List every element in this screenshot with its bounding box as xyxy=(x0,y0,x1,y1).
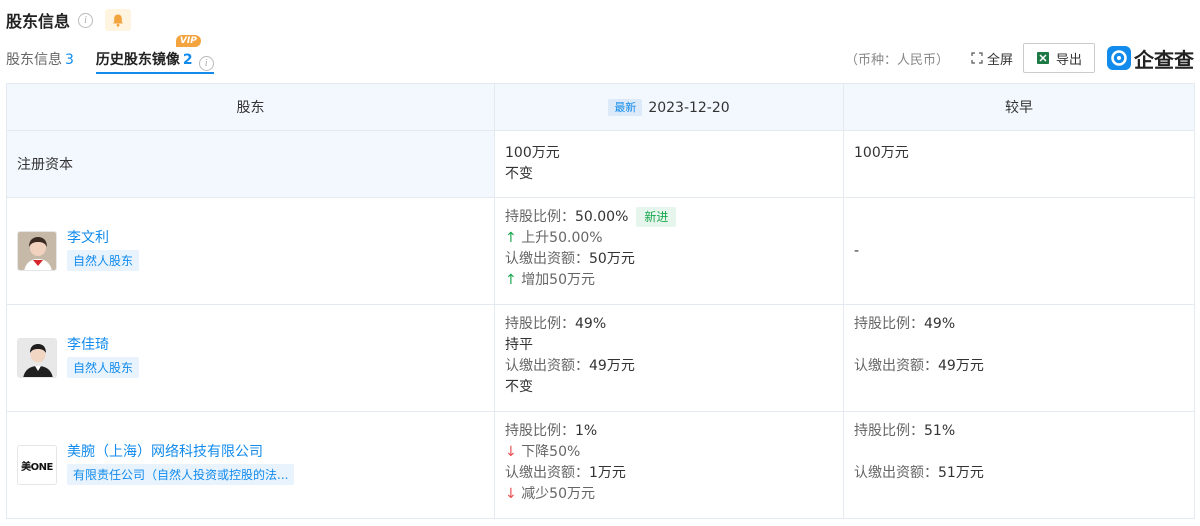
qcc-logo: 企查查 xyxy=(1107,44,1194,73)
avatar[interactable] xyxy=(17,338,57,378)
amount-label: 认缴出资额： xyxy=(854,358,938,374)
tab-label: 股东信息 xyxy=(6,52,62,68)
capital-latest: 100万元 xyxy=(505,145,560,161)
section-title: 股东信息 xyxy=(6,12,71,31)
ratio-value: 49% xyxy=(575,316,607,332)
capital-change: 不变 xyxy=(505,166,533,182)
tab-count: 3 xyxy=(65,52,74,68)
shareholder-name-link[interactable]: 李文利 xyxy=(67,228,139,248)
ratio-change: 下降50% xyxy=(521,444,581,460)
capital-row: 注册资本 100万元 不变 100万元 xyxy=(6,130,1195,198)
shareholder-cell: 美ONE 美腕（上海）网络科技有限公司 有限责任公司（自然人投资或控股的法... xyxy=(6,411,495,519)
capital-latest-cell: 100万元 不变 xyxy=(494,130,844,198)
empty-placeholder: - xyxy=(854,243,860,259)
amount-value: 51万元 xyxy=(938,465,984,481)
table-row: 美ONE 美腕（上海）网络科技有限公司 有限责任公司（自然人投资或控股的法...… xyxy=(6,411,1195,519)
fullscreen-button[interactable]: 全屏 xyxy=(971,49,1013,68)
shareholder-type-tag: 有限责任公司（自然人投资或控股的法... xyxy=(67,463,295,485)
company-logo-text: 美ONE xyxy=(21,461,53,473)
ratio-label: 持股比例： xyxy=(854,423,924,439)
logo-text: 企查查 xyxy=(1134,47,1194,72)
capital-label: 注册资本 xyxy=(6,130,495,198)
earlier-cell: 持股比例：49% 认缴出资额：49万元 xyxy=(843,304,1195,412)
arrow-down-icon: ↓ xyxy=(505,486,517,502)
tab-count: 2 xyxy=(182,52,193,68)
table-row: 李文利 自然人股东 持股比例：50.00% 新进 ↑ 上升50.00% 认缴出资额… xyxy=(6,197,1195,305)
status-badge: 新进 xyxy=(636,207,677,227)
ratio-change: 上升50.00% xyxy=(521,230,603,246)
qcc-logo-icon xyxy=(1107,46,1131,70)
shareholder-history-table: 股东 最新 2023-12-20 较早 注册资本 100万元 不变 100万元 李… xyxy=(6,83,1195,519)
shareholder-name-link[interactable]: 李佳琦 xyxy=(67,335,139,355)
latest-cell: 持股比例：50.00% 新进 ↑ 上升50.00% 认缴出资额：50万元 ↑ 增加… xyxy=(494,197,844,305)
latest-date: 2023-12-20 xyxy=(648,99,730,116)
table-header-row: 股东 最新 2023-12-20 较早 xyxy=(6,83,1195,131)
latest-cell: 持股比例：1% ↓ 下降50% 认缴出资额：1万元 ↓ 减少50万元 xyxy=(494,411,844,519)
shareholder-cell: 李佳琦 自然人股东 xyxy=(6,304,495,412)
amount-change: 减少50万元 xyxy=(521,486,596,502)
col-header-latest: 最新 2023-12-20 xyxy=(494,83,844,131)
amount-change: 增加50万元 xyxy=(521,272,596,288)
capital-earlier: 100万元 xyxy=(854,145,909,161)
ratio-label: 持股比例： xyxy=(854,316,924,332)
amount-label: 认缴出资额： xyxy=(854,465,938,481)
ratio-label: 持股比例： xyxy=(505,209,575,225)
ratio-value: 1% xyxy=(575,423,598,439)
shareholder-cell: 李文利 自然人股东 xyxy=(6,197,495,305)
amount-value: 49万元 xyxy=(589,358,635,374)
latest-cell: 持股比例：49% 持平 认缴出资额：49万元 不变 xyxy=(494,304,844,412)
bell-icon xyxy=(113,14,124,27)
monitor-button[interactable] xyxy=(105,9,132,31)
table-row: 李佳琦 自然人股东 持股比例：49% 持平 认缴出资额：49万元 不变 持股比例… xyxy=(6,304,1195,412)
col-header-shareholder: 股东 xyxy=(6,83,495,131)
tab-shareholder-info[interactable]: 股东信息 3 xyxy=(6,44,74,74)
amount-change: 不变 xyxy=(505,379,533,395)
fullscreen-label: 全屏 xyxy=(986,52,1013,68)
amount-value: 1万元 xyxy=(589,465,626,481)
amount-value: 50万元 xyxy=(589,251,635,267)
info-icon[interactable]: i xyxy=(78,12,94,28)
tab-label: 历史股东镜像 xyxy=(95,52,180,68)
shareholder-name-link[interactable]: 美腕（上海）网络科技有限公司 xyxy=(67,442,294,462)
amount-value: 49万元 xyxy=(938,358,984,374)
expand-icon xyxy=(971,52,983,64)
avatar[interactable] xyxy=(17,231,57,271)
currency-note: （币种：人民币） xyxy=(844,52,949,68)
company-logo[interactable]: 美ONE xyxy=(17,445,57,485)
export-label: 导出 xyxy=(1055,52,1082,68)
amount-label: 认缴出资额： xyxy=(505,358,589,374)
tab-bar: 股东信息 3 VIP 历史股东镜像 2 i xyxy=(6,35,236,74)
shareholder-type-tag: 自然人股东 xyxy=(67,249,140,271)
tab-history-mirror[interactable]: VIP 历史股东镜像 2 i xyxy=(95,35,214,74)
ratio-value: 49% xyxy=(924,316,956,332)
section-header: 股东信息 i xyxy=(6,8,132,32)
amount-label: 认缴出资额： xyxy=(505,465,589,481)
ratio-value: 51% xyxy=(924,423,956,439)
latest-badge: 最新 xyxy=(608,98,643,116)
vip-badge: VIP xyxy=(175,35,201,47)
amount-label: 认缴出资额： xyxy=(505,251,589,267)
excel-icon xyxy=(1036,52,1049,64)
shareholder-type-tag: 自然人股东 xyxy=(67,356,140,378)
ratio-value: 50.00% xyxy=(575,209,629,225)
earlier-cell: 持股比例：51% 认缴出资额：51万元 xyxy=(843,411,1195,519)
info-icon[interactable]: i xyxy=(198,56,214,71)
capital-earlier-cell: 100万元 xyxy=(843,130,1195,198)
toolbar: （币种：人民币） 全屏 导出 企查查 xyxy=(845,42,1194,74)
arrow-down-icon: ↓ xyxy=(505,444,517,460)
ratio-change: 持平 xyxy=(505,337,533,353)
arrow-up-icon: ↑ xyxy=(505,272,517,288)
arrow-up-icon: ↑ xyxy=(505,230,517,246)
ratio-label: 持股比例： xyxy=(505,423,575,439)
col-header-earlier: 较早 xyxy=(843,83,1195,131)
ratio-label: 持股比例： xyxy=(505,316,575,332)
export-button[interactable]: 导出 xyxy=(1022,43,1095,73)
earlier-cell: - xyxy=(843,197,1195,305)
